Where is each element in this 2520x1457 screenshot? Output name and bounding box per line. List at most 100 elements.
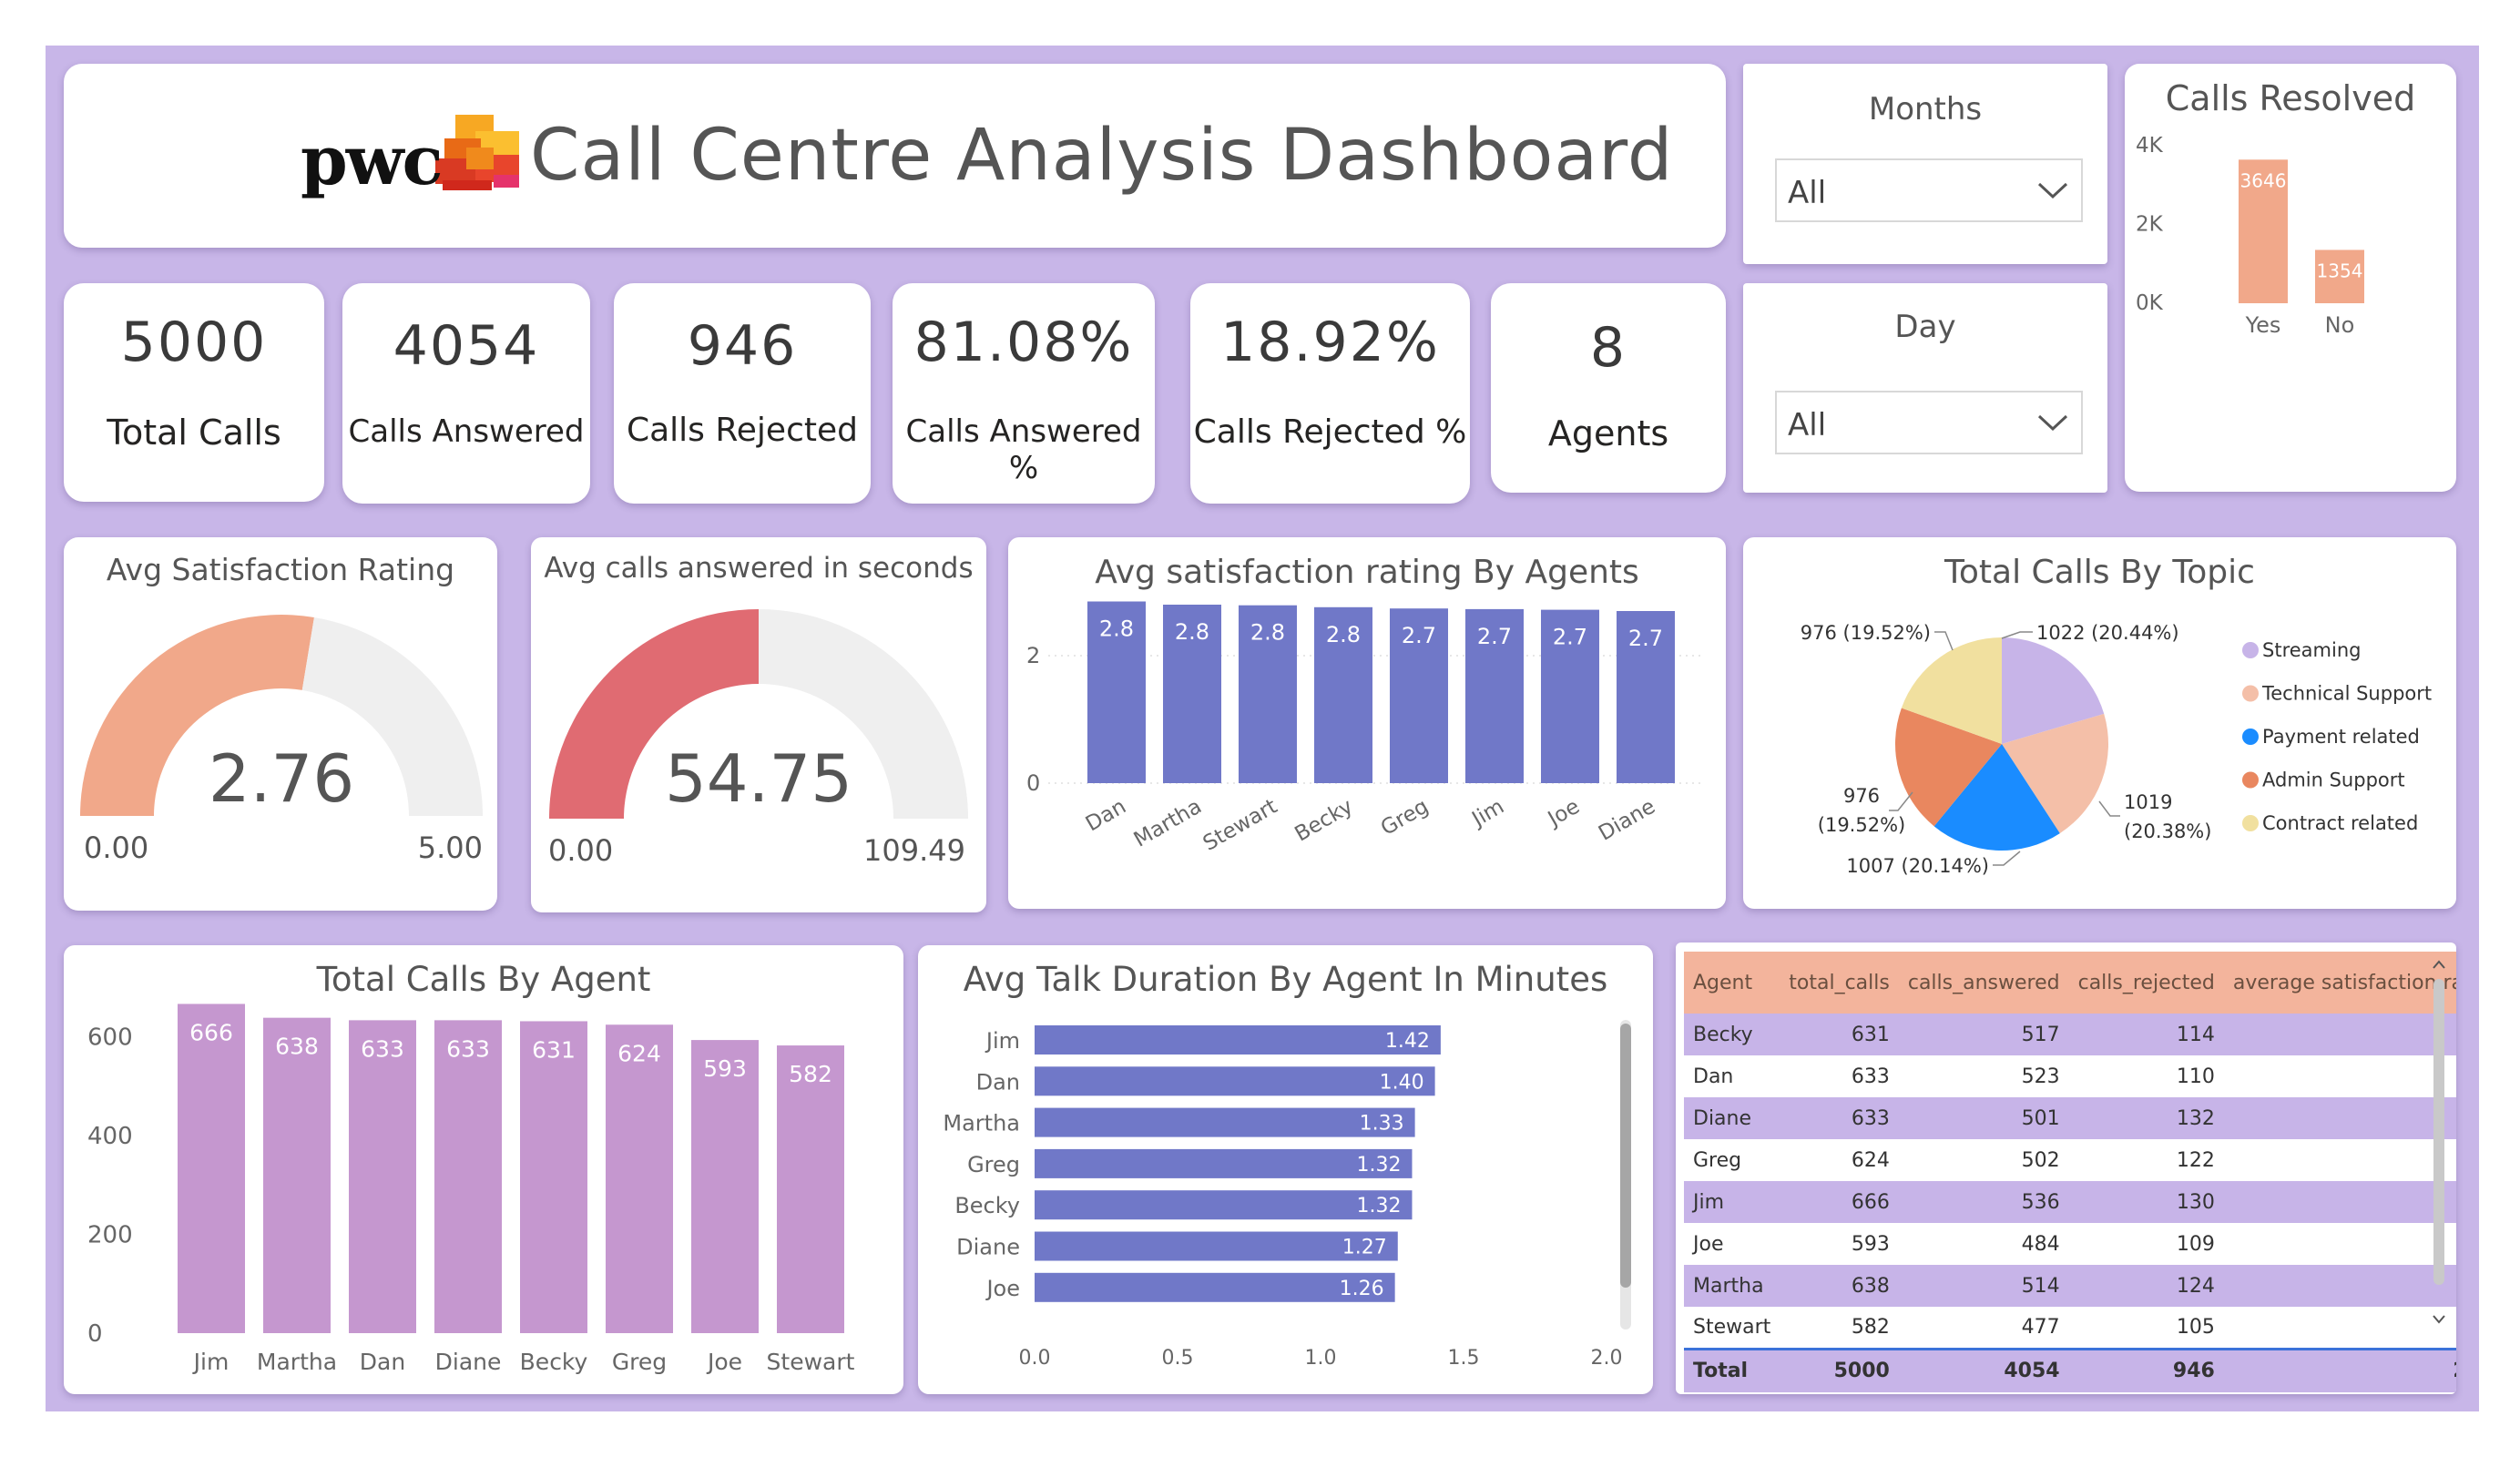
calls-resolved-card: Calls Resolved 0K 2K 4K 3646 Yes 1354 No — [2125, 64, 2456, 492]
table-cell: 666 — [1780, 1181, 1899, 1223]
bar — [691, 1040, 759, 1333]
table-scrollbar[interactable] — [2428, 952, 2450, 1334]
scrollbar-thumb — [2433, 979, 2444, 1285]
table-row[interactable]: Becky6315171142.76 — [1684, 1014, 2456, 1055]
table-header-row: Agent total_calls calls_answered calls_r… — [1684, 952, 2456, 1014]
table-cell: 593 — [1780, 1223, 1899, 1265]
chevron-down-icon — [2037, 414, 2068, 432]
bar — [434, 1020, 502, 1333]
kpi-value: 4054 — [393, 314, 540, 378]
day-dropdown[interactable]: All — [1775, 391, 2083, 454]
table-row[interactable]: Joe5934841092.72 — [1684, 1223, 2456, 1265]
table-cell: 122 — [2068, 1139, 2224, 1181]
pwc-logo: pwc — [237, 111, 551, 202]
x-tick-label: Dan — [1082, 795, 1130, 837]
dropdown-value: All — [1788, 175, 1827, 211]
legend-label: Admin Support — [2262, 769, 2405, 791]
kpi-value: 946 — [687, 314, 798, 378]
table-row[interactable]: Diane6335011322.70 — [1684, 1097, 2456, 1139]
kpi-value: 18.92% — [1220, 311, 1440, 374]
y-tick-label: 200 — [87, 1221, 133, 1248]
column-header[interactable]: calls_answered — [1898, 952, 2069, 1014]
data-label: 633 — [361, 1035, 404, 1062]
slicer-title: Months — [1868, 91, 1983, 127]
column-header[interactable]: average satisfaction rating — [2223, 952, 2456, 1014]
bar — [1035, 1107, 1415, 1137]
legend-marker — [2242, 642, 2259, 658]
data-label: 2.8 — [1326, 622, 1361, 647]
bar — [520, 1021, 587, 1333]
y-tick-label: Dan — [976, 1069, 1020, 1095]
data-label: (19.52%) — [1818, 814, 1905, 836]
y-tick-label: 4K — [2136, 134, 2164, 158]
legend-label: Streaming — [2262, 639, 2361, 661]
y-tick-label: 400 — [87, 1123, 133, 1150]
x-tick-label: Joe — [1543, 795, 1584, 832]
data-label: 1007 (20.14%) — [1846, 855, 1989, 877]
kpi-agents: 8 Agents — [1491, 283, 1726, 493]
column-header[interactable]: Agent — [1684, 952, 1780, 1014]
y-tick-label: Joe — [985, 1276, 1020, 1301]
y-tick-label: 2K — [2136, 213, 2164, 237]
data-label: 1.26 — [1340, 1278, 1384, 1300]
table-row[interactable]: Stewart5824771052.79 — [1684, 1307, 2456, 1349]
table-row[interactable]: Dan6335231102.85 — [1684, 1055, 2456, 1097]
satisfaction-by-agent-card: Avg satisfaction rating By Agents 0 2 2.8 D… — [1008, 537, 1726, 909]
data-label: 2.7 — [1628, 626, 1663, 651]
vertical-scrollbar[interactable] — [1620, 1020, 1631, 1330]
agent-table-wrap: Agent total_calls calls_answered calls_r… — [1684, 952, 2456, 1392]
data-label: 1.32 — [1356, 1154, 1401, 1177]
calls-resolved-chart: 0K 2K 4K 3646 Yes 1354 No — [2136, 134, 2364, 338]
gauge-min-label: 0.00 — [84, 830, 148, 865]
slicer-title: Day — [1894, 309, 1956, 345]
total-cell: Total — [1684, 1347, 1780, 1392]
data-label: 1019 — [2124, 791, 2172, 813]
x-tick-label: Diane — [1595, 795, 1659, 846]
x-tick-label: No — [2325, 312, 2355, 338]
kpi-label: Calls Rejected % — [1193, 413, 1467, 451]
scrollbar-thumb[interactable] — [1620, 1024, 1631, 1288]
table-cell: 2.72 — [2223, 1223, 2456, 1265]
bar — [777, 1045, 844, 1333]
column-header[interactable]: total_calls — [1780, 952, 1899, 1014]
calls-by-topic-chart: 1022 (20.44%) 1019 (20.38%) 1007 (20.14%) 97… — [1801, 622, 2432, 877]
day-slicer: Day All — [1743, 283, 2107, 493]
table-cell: Jim — [1684, 1181, 1780, 1223]
months-dropdown[interactable]: All — [1775, 158, 2083, 222]
x-tick-label: Stewart — [767, 1349, 855, 1375]
table-cell: 484 — [1898, 1223, 2069, 1265]
total-cell: 946 — [2068, 1347, 2224, 1392]
data-label: 1.42 — [1385, 1030, 1430, 1053]
table-cell: Stewart — [1684, 1307, 1780, 1349]
table-cell: 477 — [1898, 1307, 2069, 1349]
kpi-label: Calls Rejected — [626, 412, 858, 449]
months-slicer: Months All — [1743, 64, 2107, 264]
y-tick-label: 2 — [1026, 643, 1040, 668]
data-label: 2.7 — [1553, 625, 1587, 650]
table-cell: 105 — [2068, 1307, 2224, 1349]
y-tick-label: 600 — [87, 1024, 133, 1051]
y-tick-label: Greg — [967, 1152, 1020, 1177]
table-cell: Becky — [1684, 1014, 1780, 1055]
leader-line — [1934, 631, 1954, 651]
x-tick-label: Joe — [706, 1349, 742, 1375]
x-tick-label: Greg — [1377, 795, 1433, 841]
table-cell: 114 — [2068, 1014, 2224, 1055]
data-label: 1.32 — [1356, 1195, 1401, 1218]
x-tick-label: Martha — [257, 1349, 337, 1375]
table-row[interactable]: Martha6385141242.80 — [1684, 1265, 2456, 1307]
kpi-label: Total Calls — [107, 413, 281, 453]
table-cell: 514 — [1898, 1265, 2069, 1307]
data-label: 1.27 — [1342, 1237, 1387, 1259]
x-tick-label: Jim — [192, 1349, 230, 1375]
column-header[interactable]: calls_rejected — [2068, 952, 2224, 1014]
total-cell: 5000 — [1780, 1347, 1899, 1392]
table-row[interactable]: Jim6665361302.73 — [1684, 1181, 2456, 1223]
table-cell: Martha — [1684, 1265, 1780, 1307]
data-label: 593 — [703, 1055, 747, 1082]
table-row[interactable]: Greg6245021222.74 — [1684, 1139, 2456, 1181]
bar — [1035, 1025, 1441, 1055]
satisfaction-gauge-card: Avg Satisfaction Rating 2.76 0.00 5.00 — [64, 537, 497, 911]
table-cell: 2.79 — [2223, 1307, 2456, 1349]
data-label: 2.8 — [1099, 616, 1134, 642]
